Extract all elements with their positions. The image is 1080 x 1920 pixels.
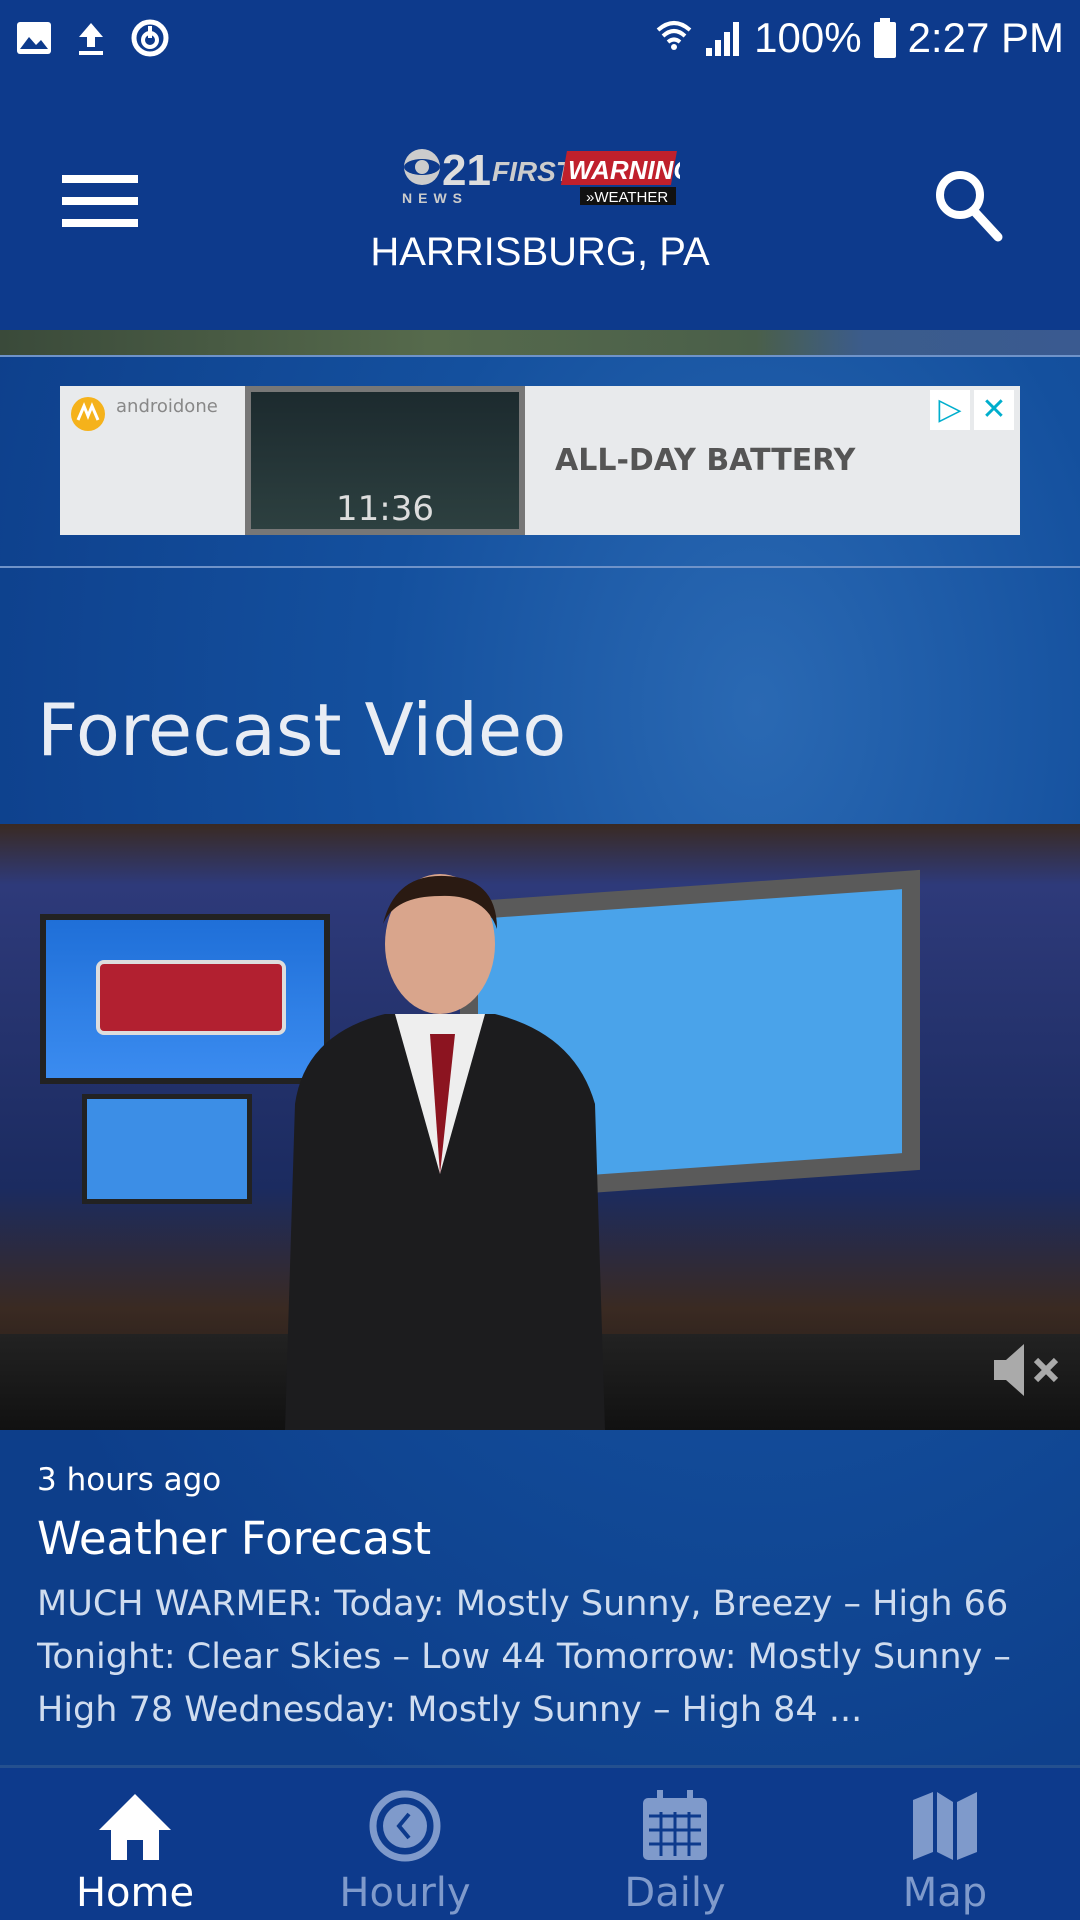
hamburger-icon[interactable] <box>62 175 138 227</box>
app-header: 21 NEWS FIRST WARNING »WEATHER HARRISBUR… <box>0 75 1080 330</box>
divider <box>0 355 1080 357</box>
svg-text:WARNING: WARNING <box>568 155 680 185</box>
video-description: MUCH WARMER: Today: Mostly Sunny, Breezy… <box>37 1584 1011 1730</box>
nav-home[interactable]: Home <box>0 1768 270 1920</box>
svg-text:NEWS: NEWS <box>402 190 468 206</box>
ad-phone-image: 11:36 <box>245 386 525 535</box>
video-title[interactable]: Weather Forecast <box>37 1512 431 1565</box>
station-logo: 21 NEWS FIRST WARNING »WEATHER <box>400 145 680 207</box>
clock-time: 2:27 PM <box>907 13 1064 61</box>
video-frame-computer <box>82 1094 252 1204</box>
sync-icon <box>131 19 169 56</box>
nav-map[interactable]: Map <box>810 1768 1080 1920</box>
motorola-logo <box>71 397 105 431</box>
image-icon <box>17 21 51 54</box>
svg-text:»WEATHER: »WEATHER <box>586 189 668 206</box>
close-ad-icon[interactable]: ✕ <box>974 390 1014 430</box>
section-title: Forecast Video <box>37 688 567 772</box>
battery-percent: 100% <box>754 13 862 61</box>
bottom-nav: Home Hourly Daily Map <box>0 1765 1080 1920</box>
divider <box>0 566 1080 568</box>
battery-icon <box>873 17 896 58</box>
search-icon[interactable] <box>928 165 1008 245</box>
map-preview-strip[interactable] <box>0 330 1080 355</box>
nav-daily[interactable]: Daily <box>540 1768 810 1920</box>
calendar-icon <box>643 1790 707 1860</box>
map-icon <box>913 1792 977 1860</box>
ad-brand: androidone <box>60 386 245 535</box>
status-bar: 100% 2:27 PM <box>0 0 1080 75</box>
video-age: 3 hours ago <box>37 1462 222 1498</box>
upload-icon <box>79 22 103 55</box>
video-player[interactable] <box>0 824 1080 1430</box>
ad-banner[interactable]: androidone 11:36 ALL-DAY BATTERY ▷ ✕ <box>60 386 1020 535</box>
svg-text:21: 21 <box>442 146 491 195</box>
video-frame-presenter <box>285 874 605 1430</box>
clock-icon <box>369 1790 441 1862</box>
wifi-icon <box>656 20 692 50</box>
nav-hourly[interactable]: Hourly <box>270 1768 540 1920</box>
mute-icon[interactable] <box>990 1340 1066 1400</box>
adchoices-icon[interactable]: ▷ <box>930 390 970 430</box>
signal-icon <box>706 21 740 56</box>
location-title[interactable]: HARRISBURG, PA <box>0 230 1080 275</box>
home-icon <box>99 1794 171 1860</box>
